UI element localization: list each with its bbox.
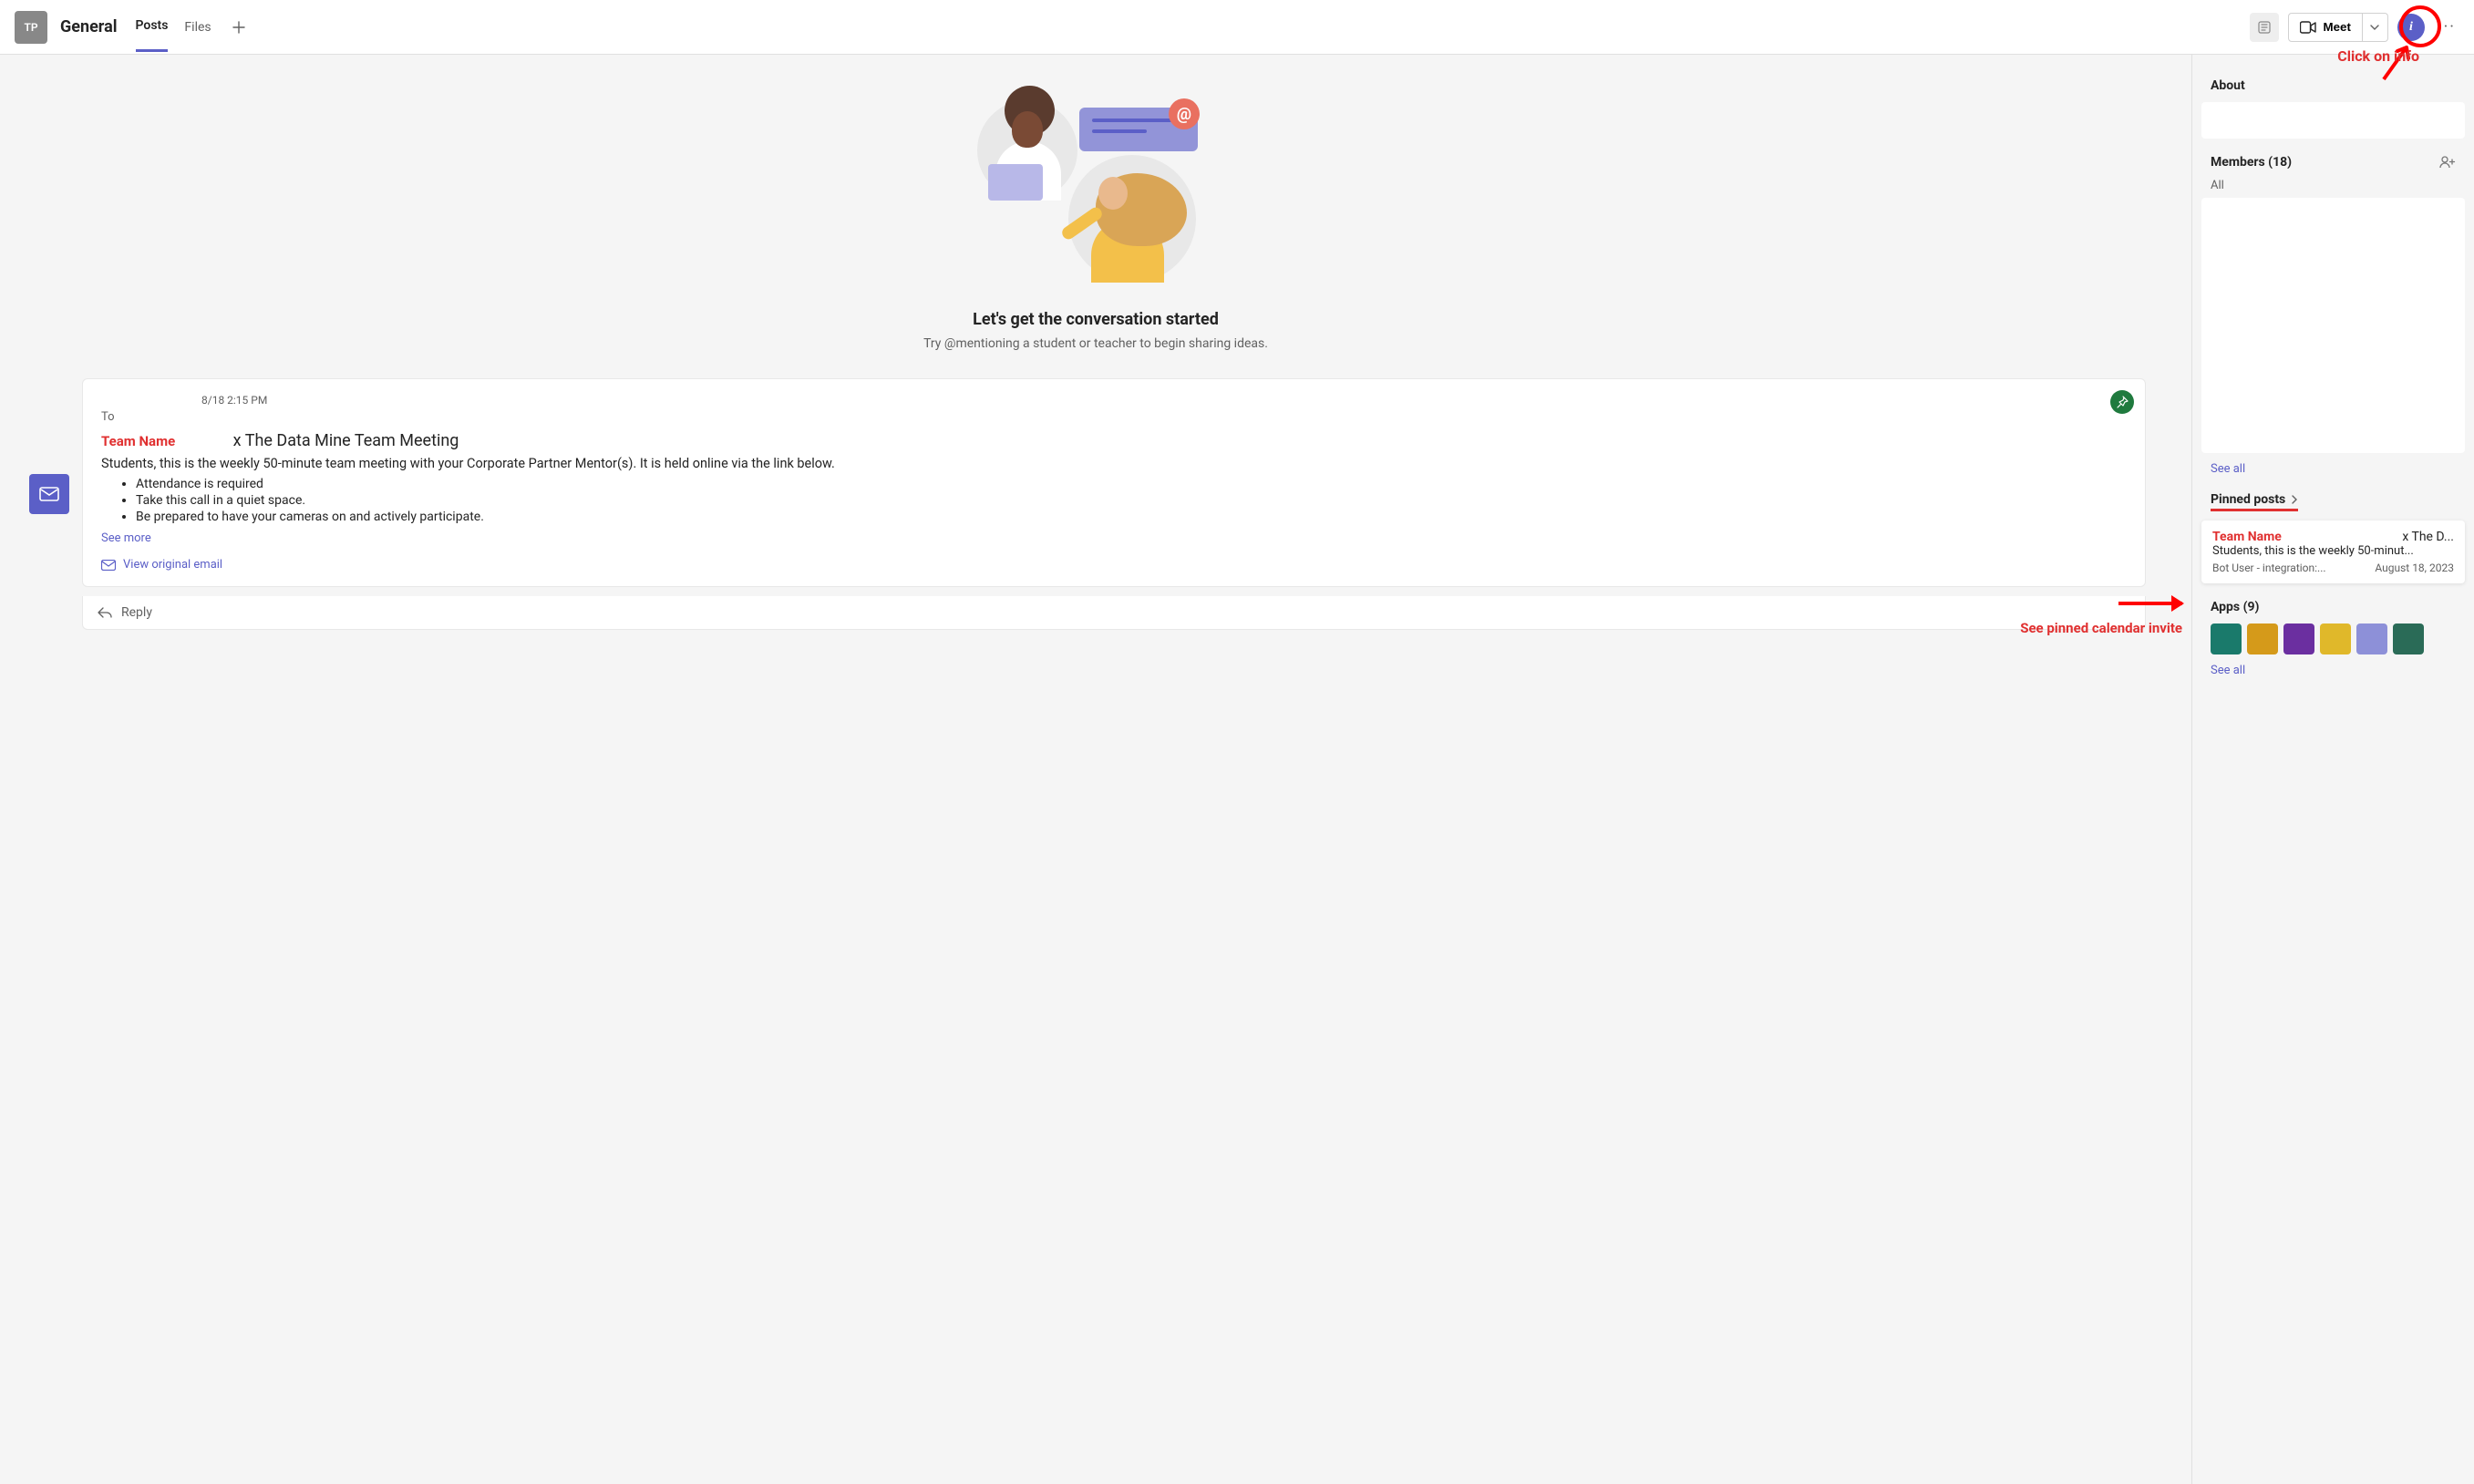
info-pane: About Members (18) All See all Pinned po… xyxy=(2191,55,2474,1484)
app-tile[interactable] xyxy=(2320,623,2351,654)
members-heading: Members (18) xyxy=(2211,155,2292,170)
apps-see-all[interactable]: See all xyxy=(2211,664,2245,677)
annotation-team-name-small: Team Name xyxy=(2212,530,2282,544)
see-more-link[interactable]: See more xyxy=(101,531,151,545)
chevron-right-icon xyxy=(2291,495,2298,504)
about-card xyxy=(2201,102,2465,139)
at-icon: @ xyxy=(1169,98,1200,129)
pinned-post-preview: Students, this is the weekly 50-minut... xyxy=(2212,544,2454,558)
apps-row xyxy=(2201,623,2465,654)
org-icon[interactable] xyxy=(2250,13,2279,42)
members-filter-all[interactable]: All xyxy=(2211,179,2456,192)
intro-sub: Try @mentioning a student or teacher to … xyxy=(923,336,1268,351)
view-original-email[interactable]: View original email xyxy=(101,558,2127,572)
mail-button[interactable] xyxy=(29,474,69,514)
members-list xyxy=(2201,198,2465,453)
annotation-team-name: Team Name xyxy=(101,433,175,449)
tab-files[interactable]: Files xyxy=(184,4,211,51)
pinned-post-card[interactable]: Team Name x The D... Students, this is t… xyxy=(2201,520,2465,583)
chevron-down-icon xyxy=(2370,25,2379,30)
apps-heading: Apps (9) xyxy=(2211,600,2456,614)
mail-icon xyxy=(39,487,59,501)
tab-posts[interactable]: Posts xyxy=(136,2,169,52)
app-tile[interactable] xyxy=(2211,623,2242,654)
intro-heading: Let's get the conversation started xyxy=(923,310,1268,329)
intro-illustration: @ xyxy=(977,91,1214,283)
team-avatar[interactable]: TP xyxy=(15,11,47,44)
meet-caret[interactable] xyxy=(2363,13,2388,42)
post-bullets: Attendance is required Take this call in… xyxy=(136,477,2127,524)
list-item: Be prepared to have your cameras on and … xyxy=(136,510,2127,524)
post-to: To xyxy=(101,410,2127,424)
app-tile[interactable] xyxy=(2356,623,2387,654)
app-tile[interactable] xyxy=(2283,623,2314,654)
channel-name: General xyxy=(60,17,118,36)
post-timestamp: 8/18 2:15 PM xyxy=(201,394,2127,407)
list-item: Attendance is required xyxy=(136,477,2127,491)
info-button[interactable]: i xyxy=(2397,14,2425,41)
pinned-badge-icon xyxy=(2110,390,2134,414)
members-see-all[interactable]: See all xyxy=(2211,462,2245,476)
app-tile[interactable] xyxy=(2247,623,2278,654)
video-icon xyxy=(2300,21,2316,34)
meet-button[interactable]: Meet xyxy=(2288,13,2363,42)
channel-header: TP General Posts Files Meet i xyxy=(0,0,2474,55)
pinned-posts-heading[interactable]: Pinned posts xyxy=(2211,492,2298,511)
pinned-post-date: August 18, 2023 xyxy=(2375,562,2454,574)
mail-icon xyxy=(101,560,116,571)
pinned-post-title: x The D... xyxy=(2402,530,2454,544)
conversation-intro: @ Let's get the conversation started Try… xyxy=(923,91,1268,351)
posts-area: @ Let's get the conversation started Try… xyxy=(0,55,2191,1484)
about-heading: About xyxy=(2211,78,2456,93)
reply-button[interactable]: Reply xyxy=(82,596,2146,630)
reply-icon xyxy=(98,607,112,618)
app-tile[interactable] xyxy=(2393,623,2424,654)
reply-label: Reply xyxy=(121,605,152,620)
post-title: x The Data Mine Team Meeting xyxy=(233,431,459,450)
add-tab-button[interactable] xyxy=(228,20,250,35)
view-original-label: View original email xyxy=(123,558,222,572)
pinned-post-author: Bot User - integration:... xyxy=(2212,562,2326,574)
post-body: Students, this is the weekly 50-minute t… xyxy=(101,456,2127,471)
list-item: Take this call in a quiet space. xyxy=(136,493,2127,508)
meet-label: Meet xyxy=(2324,20,2351,34)
more-button[interactable]: ··· xyxy=(2434,17,2459,36)
post-card: 8/18 2:15 PM To Team Name x The Data Min… xyxy=(82,378,2146,587)
add-member-icon[interactable] xyxy=(2439,156,2456,169)
